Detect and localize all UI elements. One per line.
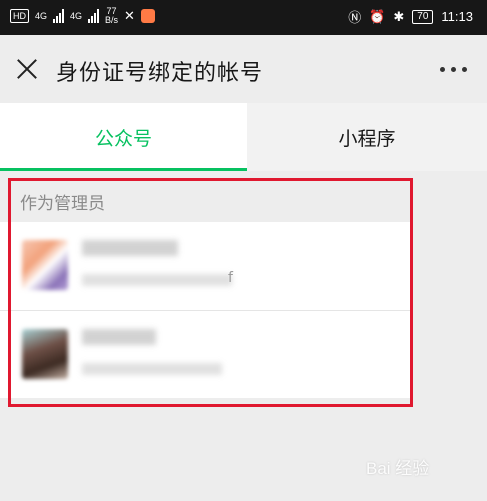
battery-icon: 70 (412, 9, 434, 24)
account-list: f (0, 222, 412, 398)
account-row[interactable]: f (0, 222, 412, 310)
account-name (82, 329, 156, 345)
avatar (22, 329, 68, 379)
tab-official-accounts[interactable]: 公众号 (0, 103, 247, 171)
network-type-1: 4G (35, 11, 48, 21)
watermark: Bai 经验 (366, 459, 430, 478)
tab-mini-programs[interactable]: 小程序 (247, 103, 487, 171)
page-header: 身份证号绑定的帐号 (0, 35, 487, 103)
section-admin-label: 作为管理员 (0, 181, 412, 221)
hd-badge: HD (10, 9, 29, 23)
status-bar-left: HD 4G 4G 77 B/s ✕ (10, 7, 155, 25)
account-row[interactable] (0, 310, 412, 399)
network-speed-unit: B/s (105, 15, 119, 25)
signal-icon (53, 9, 65, 23)
tab-bar: 公众号 小程序 (0, 103, 487, 171)
app-notification-icon (140, 9, 155, 23)
clock: 11:13 (441, 9, 473, 24)
alarm-icon: ⏰ (369, 8, 386, 24)
close-icon[interactable] (14, 56, 40, 82)
status-bar-right: Ⓝ ⏰ ✱ 70 11:13 (348, 7, 473, 26)
network-speed: 77 B/s (105, 7, 118, 25)
account-description-tail: f (228, 270, 233, 286)
avatar (22, 240, 68, 290)
bluetooth-icon: ✱ (393, 8, 405, 24)
account-description (82, 363, 222, 375)
network-type-2: 4G (70, 11, 83, 21)
page-title: 身份证号绑定的帐号 (56, 61, 264, 86)
nfc-icon: Ⓝ (348, 10, 362, 25)
active-tab-indicator (0, 168, 247, 171)
status-bar: HD 4G 4G 77 B/s ✕ Ⓝ ⏰ ✱ 70 11:13 (0, 0, 487, 35)
more-options-icon[interactable] (440, 67, 467, 72)
signal-icon-2 (88, 9, 100, 23)
account-description (82, 274, 232, 286)
notification-icon: ✕ (124, 8, 135, 23)
account-name (82, 240, 178, 256)
